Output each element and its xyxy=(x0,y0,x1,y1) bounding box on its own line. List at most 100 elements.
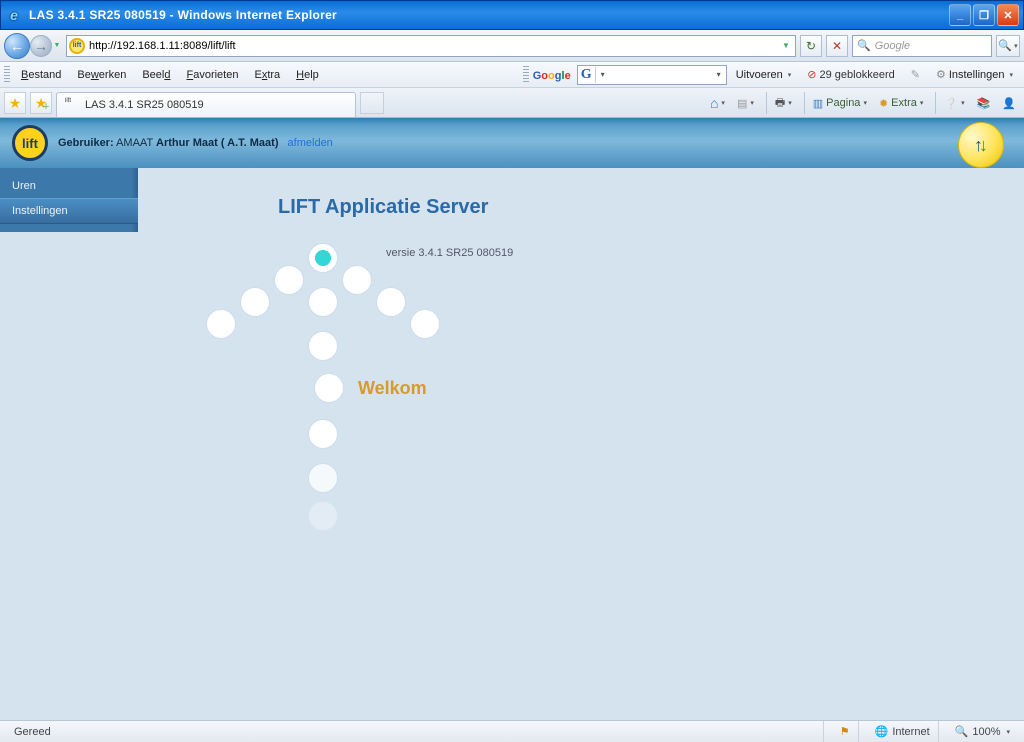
dot-icon xyxy=(308,419,338,449)
status-bar: Gereed ⚑ 🌐 Internet 🔍 100%▾ xyxy=(0,720,1024,742)
dot-icon xyxy=(308,463,338,493)
sidebar-spacer xyxy=(0,232,138,720)
google-search-box[interactable]: G ▾ ▾ xyxy=(577,65,727,85)
stop-button[interactable]: ✕ xyxy=(826,35,848,57)
gear-icon: ⚙ xyxy=(936,68,946,81)
status-zone[interactable]: 🌐 Internet xyxy=(867,721,939,742)
user-name: Arthur Maat ( A.T. Maat) xyxy=(156,137,278,149)
site-favicon-icon: lift xyxy=(69,38,85,54)
refresh-button[interactable]: ↻ xyxy=(800,35,822,57)
menu-beeld[interactable]: Beeld xyxy=(135,66,177,84)
google-search-type-dropdown[interactable]: ▾ xyxy=(596,70,610,79)
favorites-center-button[interactable]: ★ xyxy=(4,92,26,114)
main-panel: LIFT Applicatie Server xyxy=(138,168,1024,720)
zoom-icon: 🔍 xyxy=(955,725,969,738)
dot-icon xyxy=(376,287,406,317)
sidebar: Uren Instellingen xyxy=(0,168,138,232)
tab-bar: ★ ★＋ lift LAS 3.4.1 SR25 080519 ⌂▾ ▤▾ 🖶▾… xyxy=(0,88,1024,118)
tools-menu-button[interactable]: ✹Extra▾ xyxy=(875,92,927,114)
menu-bestand[interactable]: Bestand xyxy=(14,66,68,84)
rss-icon: ▤ xyxy=(737,97,747,110)
version-label: versie 3.4.1 SR25 080519 xyxy=(386,247,513,259)
nav-back-button[interactable]: ← xyxy=(4,33,30,59)
page-icon: ▥ xyxy=(813,97,823,110)
user-code: AMAAT xyxy=(116,137,153,149)
toolbar-grip-icon[interactable] xyxy=(4,66,10,84)
tab-favicon-icon: lift xyxy=(65,98,79,112)
print-icon: 🖶 xyxy=(775,94,785,113)
nav-history-dropdown[interactable]: ▼ xyxy=(52,33,62,59)
print-button[interactable]: 🖶▾ xyxy=(766,92,796,114)
browser-search-box[interactable]: 🔍 Google xyxy=(852,35,992,57)
search-placeholder: Google xyxy=(875,40,910,52)
messenger-button[interactable]: 👤 xyxy=(998,92,1020,114)
research-button[interactable]: 📚 xyxy=(973,92,995,114)
dot-icon xyxy=(240,287,270,317)
new-tab-button[interactable] xyxy=(360,92,384,114)
tab-active[interactable]: lift LAS 3.4.1 SR25 080519 xyxy=(56,92,356,117)
dot-icon xyxy=(274,265,304,295)
url-input[interactable] xyxy=(89,40,775,52)
address-bar: ← → ▼ lift ▼ ↻ ✕ 🔍 Google 🔍▾ xyxy=(0,30,1024,62)
ie-logo-icon: e xyxy=(5,6,23,24)
home-icon: ⌂ xyxy=(710,95,718,111)
sidebar-item-uren[interactable]: Uren xyxy=(0,174,138,198)
dot-icon xyxy=(206,309,236,339)
google-g-icon: G xyxy=(578,67,596,83)
menu-bar: Bestand Bewerken Beeld Favorieten Extra … xyxy=(0,62,1024,88)
feeds-button[interactable]: ▤▾ xyxy=(733,92,758,114)
window-minimize-button[interactable]: _ xyxy=(949,4,971,26)
status-phishing-icon[interactable]: ⚑ xyxy=(832,721,859,742)
status-ready: Gereed xyxy=(6,721,824,742)
messenger-icon: 👤 xyxy=(1002,97,1016,110)
help-button[interactable]: ❔▾ xyxy=(935,92,968,114)
window-restore-button[interactable]: ❐ xyxy=(973,4,995,26)
google-logo-icon: Google xyxy=(533,66,571,84)
status-dot-icon xyxy=(308,243,338,273)
decorative-arrow: Welkom xyxy=(208,243,468,563)
popup-blocked-icon: ⊘ xyxy=(807,68,816,81)
google-search-history-dropdown[interactable]: ▾ xyxy=(712,70,726,79)
sidebar-item-instellingen[interactable]: Instellingen xyxy=(0,198,138,224)
research-icon: 📚 xyxy=(977,97,991,110)
page-title: LIFT Applicatie Server xyxy=(278,196,1004,219)
add-favorite-button[interactable]: ★＋ xyxy=(30,92,52,114)
help-icon: ❔ xyxy=(944,97,958,110)
dot-icon xyxy=(410,309,440,339)
google-run-button[interactable]: Uitvoeren▾ xyxy=(729,65,799,85)
google-settings-button[interactable]: ⚙ Instellingen▾ xyxy=(929,65,1020,85)
dot-icon xyxy=(308,501,338,531)
sync-badge-icon[interactable]: ↑↓ xyxy=(958,122,1004,168)
menu-help[interactable]: Help xyxy=(289,66,326,84)
internet-zone-icon: 🌐 xyxy=(875,725,889,738)
window-titlebar: e LAS 3.4.1 SR25 080519 - Windows Intern… xyxy=(0,0,1024,30)
search-go-button[interactable]: 🔍▾ xyxy=(996,35,1020,57)
content-area: Uren Instellingen LIFT Applicatie Server xyxy=(0,168,1024,720)
logout-link[interactable]: afmelden xyxy=(288,137,333,149)
status-zoom[interactable]: 🔍 100%▾ xyxy=(947,721,1018,742)
menu-favorieten[interactable]: Favorieten xyxy=(179,66,245,84)
menu-extra[interactable]: Extra xyxy=(247,66,287,84)
welcome-heading: Welkom xyxy=(358,378,427,399)
user-info: Gebruiker: AMAAT Arthur Maat ( A.T. Maat… xyxy=(58,137,333,149)
app-header: lift Gebruiker: AMAAT Arthur Maat ( A.T.… xyxy=(0,118,1024,168)
home-button[interactable]: ⌂▾ xyxy=(706,92,729,114)
search-provider-icon: 🔍 xyxy=(857,39,871,52)
google-highlight-button[interactable]: ✎ xyxy=(904,65,927,85)
app-logo-icon: lift xyxy=(12,125,48,161)
dot-icon xyxy=(342,265,372,295)
window-close-button[interactable]: ✕ xyxy=(997,4,1019,26)
dot-icon xyxy=(308,331,338,361)
address-field[interactable]: lift ▼ xyxy=(66,35,796,57)
gear-icon: ✹ xyxy=(879,97,888,110)
menu-bewerken[interactable]: Bewerken xyxy=(70,66,133,84)
google-toolbar-grip-icon[interactable] xyxy=(523,66,529,84)
highlight-icon: ✎ xyxy=(911,68,920,81)
nav-forward-button[interactable]: → xyxy=(30,35,52,57)
dot-icon xyxy=(314,373,344,403)
dot-icon xyxy=(308,287,338,317)
address-dropdown[interactable]: ▼ xyxy=(779,41,793,50)
google-popup-blocker-button[interactable]: ⊘ 29 geblokkeerd xyxy=(800,65,901,85)
page-menu-button[interactable]: ▥Pagina▾ xyxy=(804,92,871,114)
window-title: LAS 3.4.1 SR25 080519 - Windows Internet… xyxy=(29,8,949,22)
